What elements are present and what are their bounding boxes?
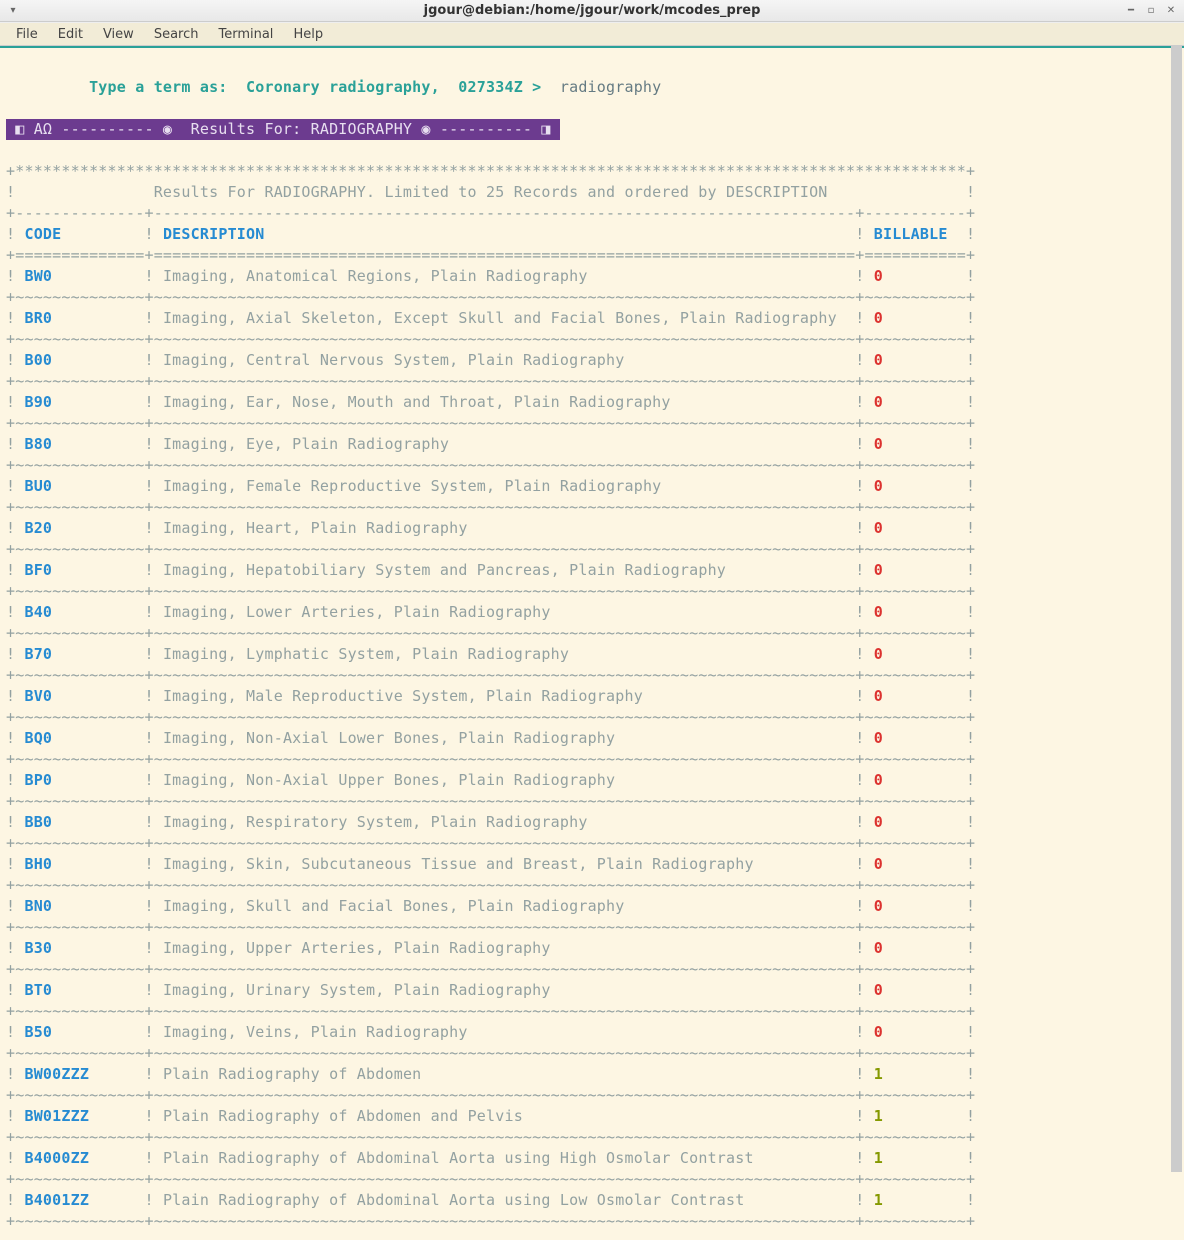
window-titlebar: ▾ jgour@debian:/home/jgour/work/mcodes_p… <box>0 0 1184 22</box>
code-cell: B50 <box>24 1023 135 1041</box>
desc-cell: Imaging, Lower Arteries, Plain Radiograp… <box>163 603 846 621</box>
desc-cell: Imaging, Heart, Plain Radiography <box>163 519 846 537</box>
close-button[interactable]: ✕ <box>1164 4 1178 18</box>
desc-cell: Plain Radiography of Abdomen <box>163 1065 846 1083</box>
desc-cell: Imaging, Lymphatic System, Plain Radiogr… <box>163 645 846 663</box>
code-cell: B00 <box>24 351 135 369</box>
billable-cell: 0 <box>874 561 957 579</box>
billable-cell: 0 <box>874 981 957 999</box>
billable-cell: 1 <box>874 1107 957 1125</box>
billable-cell: 1 <box>874 1191 957 1209</box>
billable-cell: 0 <box>874 645 957 663</box>
code-cell: B4000ZZ <box>24 1149 135 1167</box>
desc-cell: Imaging, Non-Axial Lower Bones, Plain Ra… <box>163 729 846 747</box>
window-menu-icon[interactable]: ▾ <box>6 4 20 18</box>
code-cell: BW01ZZZ <box>24 1107 135 1125</box>
billable-cell: 0 <box>874 519 957 537</box>
desc-cell: Imaging, Non-Axial Upper Bones, Plain Ra… <box>163 771 846 789</box>
prompt-label: Type a term as: Coronary radiography, 02… <box>89 78 551 96</box>
billable-cell: 0 <box>874 813 957 831</box>
col-code: CODE <box>24 225 135 243</box>
desc-cell: Imaging, Central Nervous System, Plain R… <box>163 351 846 369</box>
desc-cell: Plain Radiography of Abdomen and Pelvis <box>163 1107 846 1125</box>
billable-cell: 0 <box>874 603 957 621</box>
col-billable: BILLABLE <box>874 225 957 243</box>
billable-cell: 1 <box>874 1065 957 1083</box>
menu-terminal[interactable]: Terminal <box>208 25 283 44</box>
billable-cell: 0 <box>874 267 957 285</box>
desc-cell: Imaging, Axial Skeleton, Except Skull an… <box>163 309 846 327</box>
code-cell: BR0 <box>24 309 135 327</box>
menu-file[interactable]: File <box>6 25 48 44</box>
desc-cell: Imaging, Upper Arteries, Plain Radiograp… <box>163 939 846 957</box>
desc-cell: Imaging, Male Reproductive System, Plain… <box>163 687 846 705</box>
code-cell: B80 <box>24 435 135 453</box>
code-cell: B20 <box>24 519 135 537</box>
billable-cell: 0 <box>874 855 957 873</box>
code-cell: B40 <box>24 603 135 621</box>
results-banner: ◧ ΑΩ ---------- ◉ Results For: RADIOGRAP… <box>6 119 560 140</box>
code-cell: BF0 <box>24 561 135 579</box>
code-cell: BW00ZZZ <box>24 1065 135 1083</box>
desc-cell: Plain Radiography of Abdominal Aorta usi… <box>163 1191 846 1209</box>
desc-cell: Imaging, Respiratory System, Plain Radio… <box>163 813 846 831</box>
code-cell: BV0 <box>24 687 135 705</box>
billable-cell: 0 <box>874 729 957 747</box>
code-cell: BW0 <box>24 267 135 285</box>
window-title: jgour@debian:/home/jgour/work/mcodes_pre… <box>424 3 761 18</box>
code-cell: B4001ZZ <box>24 1191 135 1209</box>
menu-view[interactable]: View <box>93 25 144 44</box>
billable-cell: 0 <box>874 309 957 327</box>
billable-cell: 0 <box>874 435 957 453</box>
desc-cell: Imaging, Female Reproductive System, Pla… <box>163 477 846 495</box>
maximize-button[interactable]: ▫ <box>1144 4 1158 18</box>
code-cell: BT0 <box>24 981 135 999</box>
code-cell: B70 <box>24 645 135 663</box>
menu-edit[interactable]: Edit <box>48 25 93 44</box>
billable-cell: 0 <box>874 939 957 957</box>
code-cell: B90 <box>24 393 135 411</box>
billable-cell: 0 <box>874 477 957 495</box>
minimize-button[interactable]: ━ <box>1124 4 1138 18</box>
billable-cell: 0 <box>874 1023 957 1041</box>
code-cell: BB0 <box>24 813 135 831</box>
desc-cell: Imaging, Skull and Facial Bones, Plain R… <box>163 897 846 915</box>
desc-cell: Imaging, Eye, Plain Radiography <box>163 435 846 453</box>
billable-cell: 0 <box>874 771 957 789</box>
vertical-scrollbar[interactable] <box>1171 46 1182 1172</box>
billable-cell: 0 <box>874 897 957 915</box>
billable-cell: 1 <box>874 1149 957 1167</box>
desc-cell: Imaging, Ear, Nose, Mouth and Throat, Pl… <box>163 393 846 411</box>
menu-help[interactable]: Help <box>283 25 333 44</box>
desc-cell: Imaging, Urinary System, Plain Radiograp… <box>163 981 846 999</box>
code-cell: BQ0 <box>24 729 135 747</box>
billable-cell: 0 <box>874 687 957 705</box>
col-description: DESCRIPTION <box>163 225 846 243</box>
terminal-output[interactable]: Type a term as: Coronary radiography, 02… <box>0 46 1184 1240</box>
billable-cell: 0 <box>874 351 957 369</box>
prompt-input[interactable]: radiography <box>560 78 662 96</box>
billable-cell: 0 <box>874 393 957 411</box>
code-cell: BU0 <box>24 477 135 495</box>
desc-cell: Plain Radiography of Abdominal Aorta usi… <box>163 1149 846 1167</box>
desc-cell: Imaging, Veins, Plain Radiography <box>163 1023 846 1041</box>
code-cell: BN0 <box>24 897 135 915</box>
desc-cell: Imaging, Hepatobiliary System and Pancre… <box>163 561 846 579</box>
desc-cell: Imaging, Anatomical Regions, Plain Radio… <box>163 267 846 285</box>
desc-cell: Imaging, Skin, Subcutaneous Tissue and B… <box>163 855 846 873</box>
code-cell: BP0 <box>24 771 135 789</box>
code-cell: BH0 <box>24 855 135 873</box>
code-cell: B30 <box>24 939 135 957</box>
menu-bar: File Edit View Search Terminal Help <box>0 22 1184 46</box>
menu-search[interactable]: Search <box>144 25 209 44</box>
